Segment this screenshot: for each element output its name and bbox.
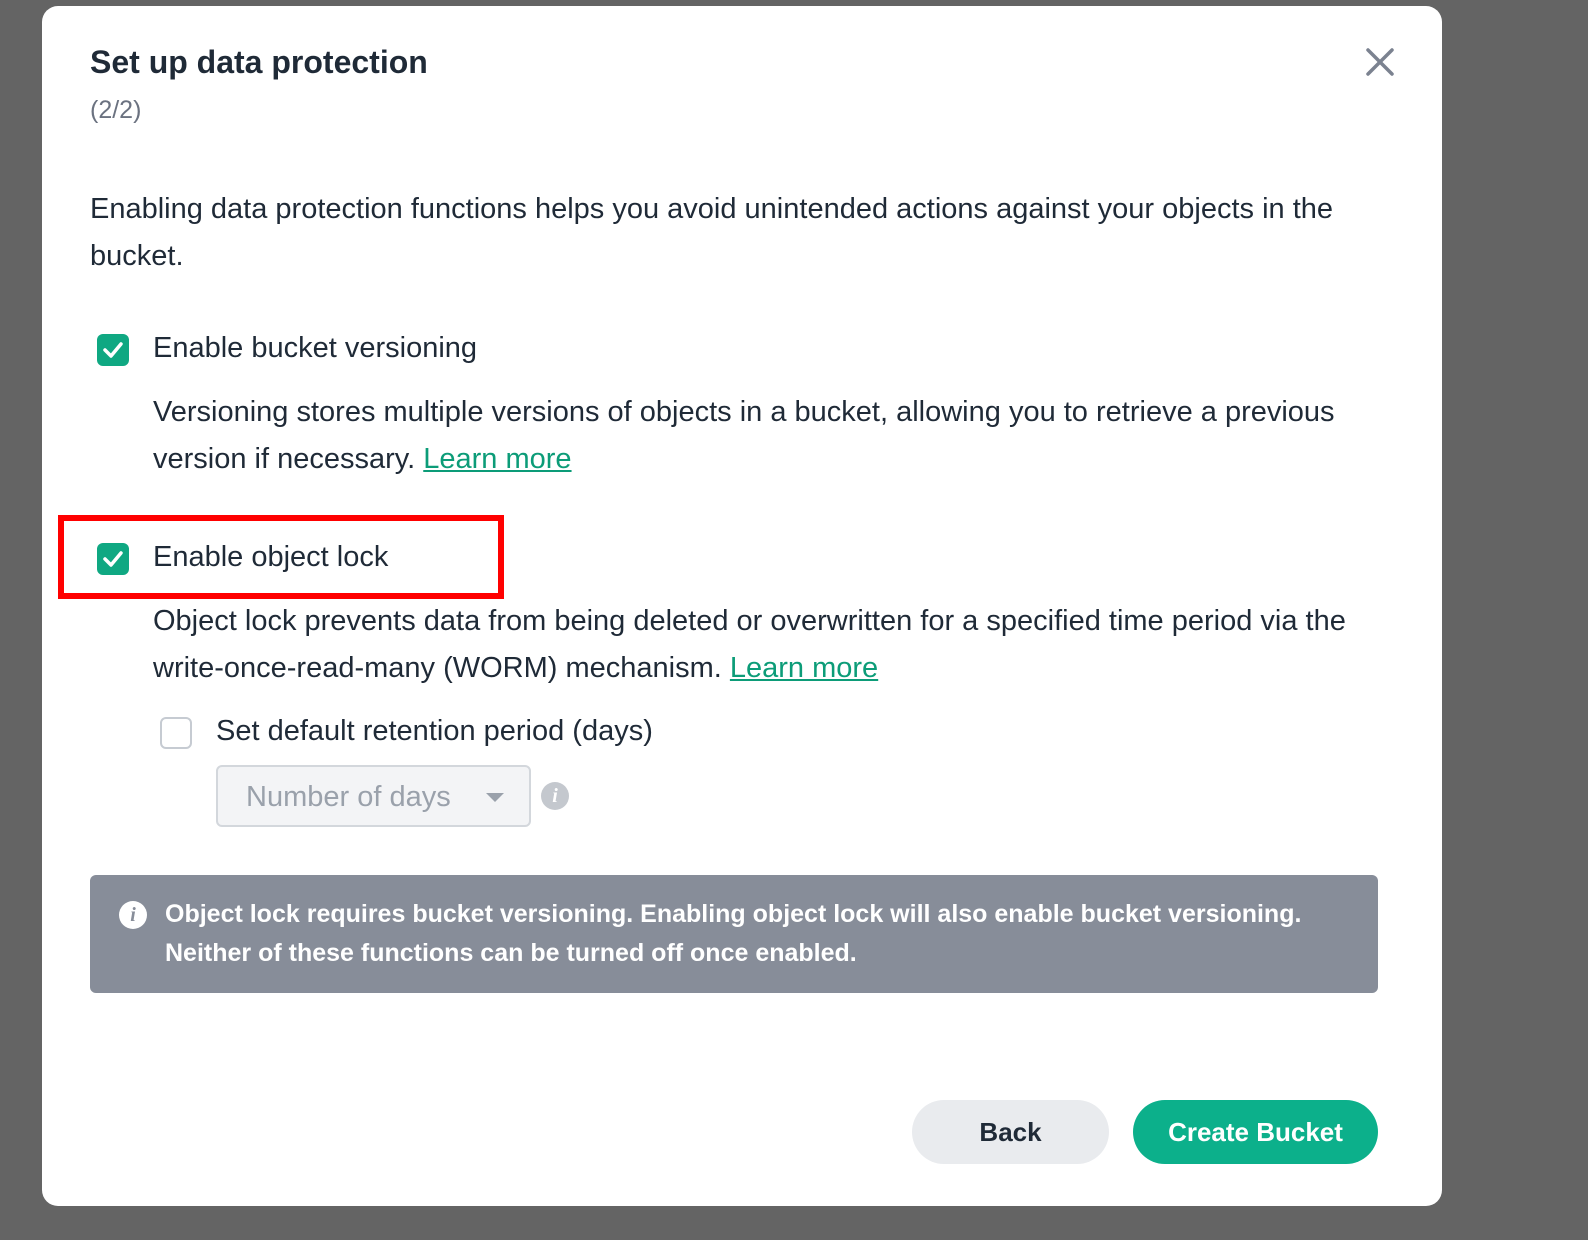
versioning-label[interactable]: Enable bucket versioning <box>153 332 477 365</box>
intro-text: Enabling data protection functions helps… <box>90 193 1334 272</box>
data-protection-dialog: Set up data protection (2/2) Enabling da… <box>42 6 1442 1206</box>
retention-days-select[interactable]: Number of days <box>216 765 531 827</box>
close-icon <box>1366 48 1394 76</box>
info-icon[interactable]: i <box>541 782 569 810</box>
object-lock-learn-more-link[interactable]: Learn more <box>730 652 878 684</box>
close-button[interactable] <box>1362 44 1398 80</box>
step-indicator: (2/2) <box>90 96 142 124</box>
retention-days-placeholder: Number of days <box>246 781 451 813</box>
versioning-checkbox[interactable] <box>97 334 129 366</box>
notice-text: Object lock requires bucket versioning. … <box>165 900 1302 967</box>
versioning-learn-more-link[interactable]: Learn more <box>423 443 571 475</box>
retention-label[interactable]: Set default retention period (days) <box>216 715 653 748</box>
object-lock-description: Object lock prevents data from being del… <box>153 598 1393 692</box>
chevron-down-icon <box>486 793 504 802</box>
back-button[interactable]: Back <box>912 1100 1109 1164</box>
info-icon: i <box>119 901 147 929</box>
retention-checkbox[interactable] <box>160 717 192 749</box>
check-icon <box>103 342 123 358</box>
versioning-description-text: Versioning stores multiple versions of o… <box>153 396 1335 475</box>
dialog-title: Set up data protection <box>90 44 428 80</box>
info-notice: i Object lock requires bucket versioning… <box>90 875 1378 993</box>
create-bucket-button[interactable]: Create Bucket <box>1133 1100 1378 1164</box>
object-lock-label[interactable]: Enable object lock <box>153 541 388 574</box>
versioning-description: Versioning stores multiple versions of o… <box>153 389 1393 483</box>
check-icon <box>103 551 123 567</box>
object-lock-checkbox[interactable] <box>97 543 129 575</box>
